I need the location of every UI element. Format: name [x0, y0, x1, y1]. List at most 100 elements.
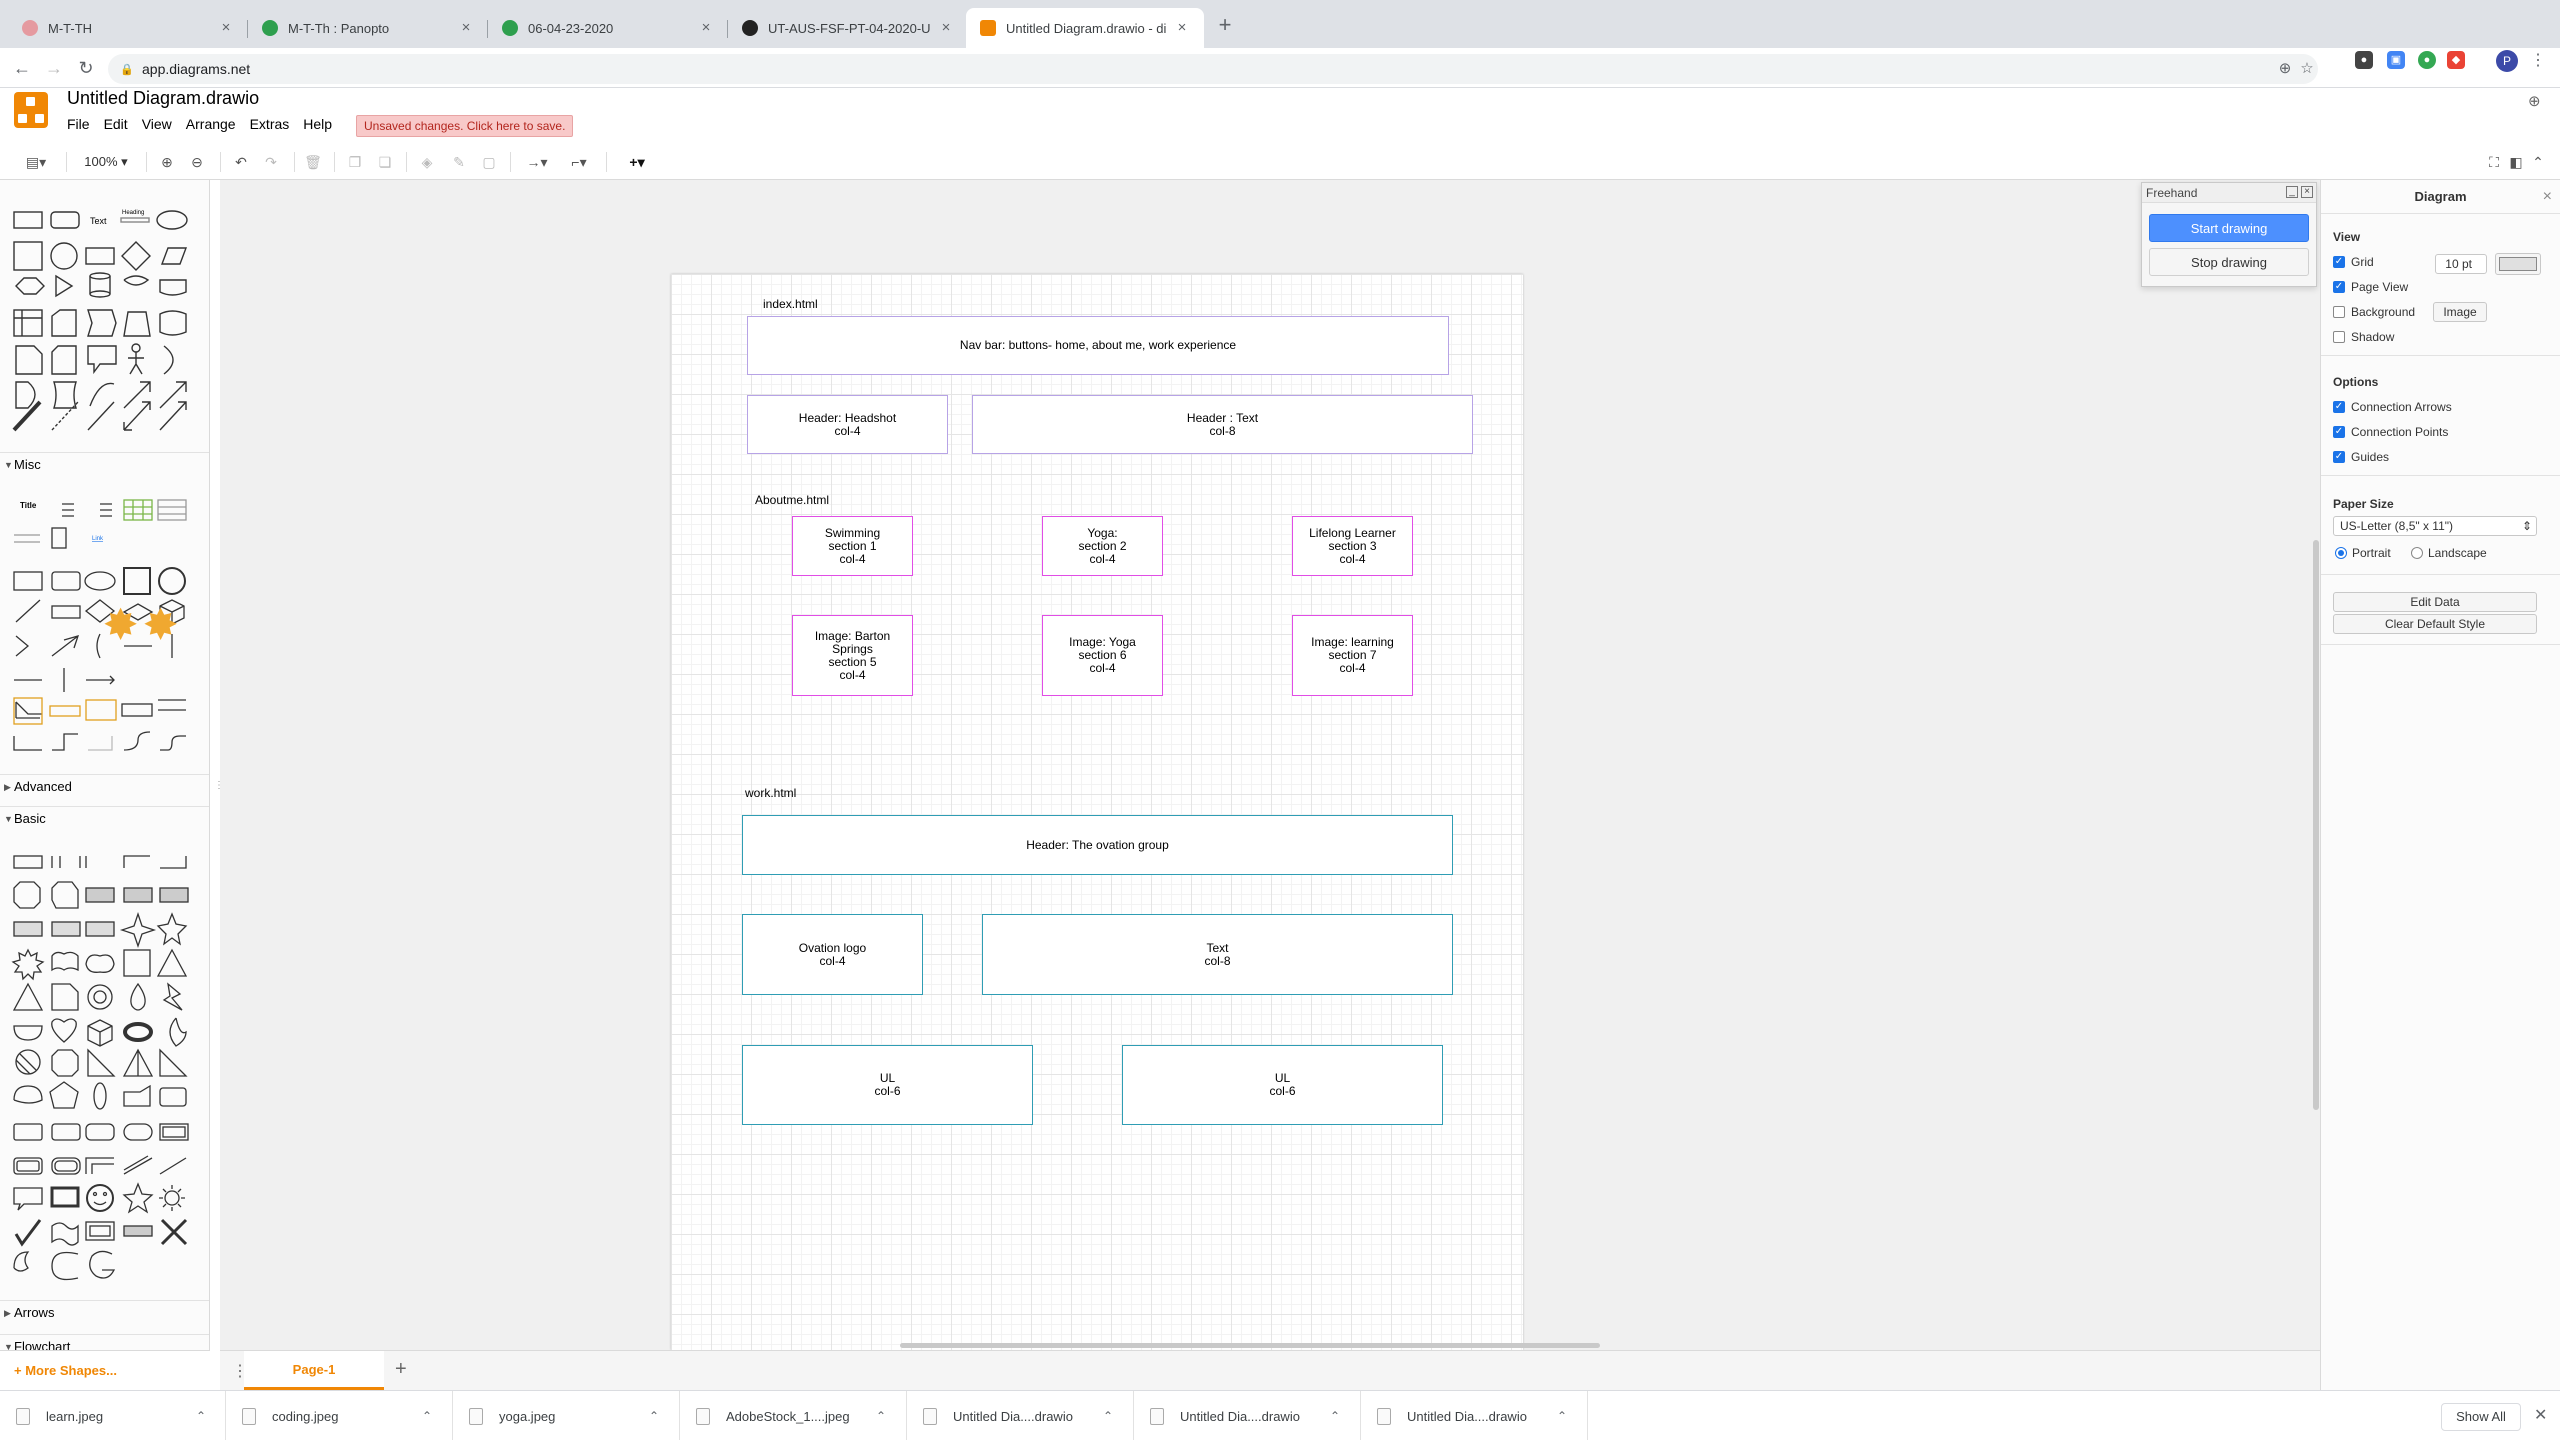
back-arrow-icon[interactable]: ←: [10, 56, 34, 80]
radio-icon[interactable]: [2411, 547, 2423, 559]
download-item[interactable]: Untitled Dia....drawio ⌃: [1361, 1391, 1588, 1440]
paper-size-select[interactable]: US-Letter (8,5" x 11") ⇕: [2333, 516, 2537, 536]
document-title[interactable]: Untitled Diagram.drawio: [67, 88, 259, 109]
connection-style-icon[interactable]: →▾: [520, 152, 554, 172]
waypoints-icon[interactable]: ⌐▾: [562, 152, 596, 172]
language-globe-icon[interactable]: ⊕: [2528, 92, 2541, 110]
profile-avatar[interactable]: P: [2496, 50, 2518, 72]
chevron-up-icon[interactable]: ⌃: [196, 1409, 206, 1423]
section-misc[interactable]: ▼ Misc: [0, 452, 209, 476]
menu-file[interactable]: File: [67, 116, 90, 132]
landscape-radio[interactable]: Landscape: [2411, 546, 2487, 560]
work-text-box[interactable]: Text col-8: [982, 914, 1453, 995]
close-icon[interactable]: ×: [2301, 186, 2313, 198]
label-index-html[interactable]: index.html: [763, 297, 818, 311]
kebab-menu-icon[interactable]: ⋮: [2530, 50, 2546, 72]
yoga-box[interactable]: Yoga: section 2 col-4: [1042, 516, 1163, 576]
start-drawing-button[interactable]: Start drawing: [2149, 214, 2309, 242]
section-arrows[interactable]: ▶ Arrows: [0, 1300, 209, 1324]
view-panels-icon[interactable]: ▤▾: [20, 152, 52, 172]
chevron-up-icon[interactable]: ⌃: [1330, 1409, 1340, 1423]
close-icon[interactable]: ×: [458, 20, 474, 36]
chevron-up-icon[interactable]: ⌃: [876, 1409, 886, 1423]
checkbox-icon[interactable]: [2333, 306, 2345, 318]
image-barton-box[interactable]: Image: Barton Springs section 5 col-4: [792, 615, 913, 696]
background-checkbox[interactable]: Background: [2333, 305, 2415, 319]
header-ovation-box[interactable]: Header: The ovation group: [742, 815, 1453, 875]
checkbox-checked-icon[interactable]: ✓: [2333, 281, 2345, 293]
unsaved-changes-button[interactable]: Unsaved changes. Click here to save.: [356, 115, 574, 137]
label-aboutme-html[interactable]: Aboutme.html: [755, 493, 829, 507]
menu-extras[interactable]: Extras: [250, 116, 290, 132]
close-icon[interactable]: ×: [218, 20, 234, 36]
edit-data-button[interactable]: Edit Data: [2333, 592, 2537, 612]
lifelong-learner-box[interactable]: Lifelong Learner section 3 col-4: [1292, 516, 1413, 576]
shape-library[interactable]: Text Heading Title Link: [0, 180, 210, 1350]
close-icon[interactable]: ×: [698, 20, 714, 36]
browser-tab[interactable]: M-T-Th : Panopto ×: [248, 8, 488, 48]
label-work-html[interactable]: work.html: [745, 786, 796, 800]
more-shapes-button[interactable]: + More Shapes...: [0, 1350, 210, 1392]
fill-color-icon[interactable]: ◈: [416, 152, 438, 172]
horizontal-scrollbar[interactable]: [900, 1343, 1600, 1348]
header-text-box[interactable]: Header : Text col-8: [972, 395, 1473, 454]
ovation-logo-box[interactable]: Ovation logo col-4: [742, 914, 923, 995]
portrait-radio[interactable]: Portrait: [2335, 546, 2391, 560]
menu-arrange[interactable]: Arrange: [186, 116, 236, 132]
diagram-page[interactable]: index.html Nav bar: buttons- home, about…: [671, 274, 1523, 1350]
browser-tab[interactable]: M-T-TH ×: [8, 8, 248, 48]
chevron-up-icon[interactable]: ⌃: [1557, 1409, 1567, 1423]
download-item[interactable]: Untitled Dia....drawio ⌃: [907, 1391, 1134, 1440]
extension-icon[interactable]: ●: [2355, 51, 2373, 69]
checkbox-icon[interactable]: [2333, 331, 2345, 343]
add-icon[interactable]: ⊕: [2276, 60, 2294, 78]
connection-arrows-checkbox[interactable]: ✓ Connection Arrows: [2333, 400, 2452, 414]
close-icon[interactable]: ×: [1174, 20, 1190, 36]
zoom-select[interactable]: 100% ▾: [78, 152, 134, 172]
bookmark-star-icon[interactable]: ☆: [2298, 60, 2316, 78]
chevron-up-icon[interactable]: ⌃: [649, 1409, 659, 1423]
zoom-in-icon[interactable]: ⊕: [156, 152, 178, 172]
section-basic[interactable]: ▼ Basic: [0, 806, 209, 830]
to-front-icon[interactable]: ❐: [344, 152, 366, 172]
add-page-icon[interactable]: +: [395, 1358, 407, 1381]
browser-tab[interactable]: 06-04-23-2020 ×: [488, 8, 728, 48]
close-icon[interactable]: ×: [938, 20, 954, 36]
shadow-checkbox[interactable]: Shadow: [2333, 330, 2394, 344]
checkbox-checked-icon[interactable]: ✓: [2333, 426, 2345, 438]
radio-selected-icon[interactable]: [2335, 547, 2347, 559]
grid-size-input[interactable]: 10 pt: [2435, 254, 2487, 274]
forward-arrow-icon[interactable]: →: [42, 56, 66, 80]
ul-right-box[interactable]: UL col-6: [1122, 1045, 1443, 1125]
browser-tab[interactable]: UT-AUS-FSF-PT-04-2020-U ×: [728, 8, 968, 48]
download-item[interactable]: yoga.jpeg ⌃: [453, 1391, 680, 1440]
section-advanced[interactable]: ▶ Advanced: [0, 774, 209, 798]
header-headshot-box[interactable]: Header: Headshot col-4: [747, 395, 948, 454]
new-tab-button[interactable]: +: [1213, 14, 1237, 38]
collapse-icon[interactable]: ⌃: [2528, 152, 2548, 172]
guides-checkbox[interactable]: ✓ Guides: [2333, 450, 2389, 464]
extension-icon[interactable]: ◆: [2447, 51, 2465, 69]
reload-icon[interactable]: ↻: [74, 56, 98, 80]
checkbox-checked-icon[interactable]: ✓: [2333, 401, 2345, 413]
download-item[interactable]: AdobeStock_1....jpeg ⌃: [680, 1391, 907, 1440]
freehand-title-bar[interactable]: Freehand _ ×: [2142, 183, 2316, 203]
minimize-icon[interactable]: _: [2286, 186, 2298, 198]
insert-plus-icon[interactable]: +▾: [620, 152, 654, 172]
connection-points-checkbox[interactable]: ✓ Connection Points: [2333, 425, 2448, 439]
image-learning-box[interactable]: Image: learning section 7 col-4: [1292, 615, 1413, 696]
zoom-out-icon[interactable]: ⊖: [186, 152, 208, 172]
chevron-up-icon[interactable]: ⌃: [1103, 1409, 1113, 1423]
page-tab[interactable]: Page-1: [244, 1351, 384, 1390]
to-back-icon[interactable]: ❏: [374, 152, 396, 172]
chevron-up-icon[interactable]: ⌃: [422, 1409, 432, 1423]
download-item[interactable]: coding.jpeg ⌃: [226, 1391, 453, 1440]
image-yoga-box[interactable]: Image: Yoga section 6 col-4: [1042, 615, 1163, 696]
show-all-button[interactable]: Show All: [2441, 1403, 2521, 1431]
ul-left-box[interactable]: UL col-6: [742, 1045, 1033, 1125]
stop-drawing-button[interactable]: Stop drawing: [2149, 248, 2309, 276]
browser-tab-active[interactable]: Untitled Diagram.drawio - diag ×: [966, 8, 1204, 48]
extension-icon[interactable]: ▣: [2387, 51, 2405, 69]
navbar-box[interactable]: Nav bar: buttons- home, about me, work e…: [747, 316, 1449, 375]
menu-view[interactable]: View: [142, 116, 172, 132]
